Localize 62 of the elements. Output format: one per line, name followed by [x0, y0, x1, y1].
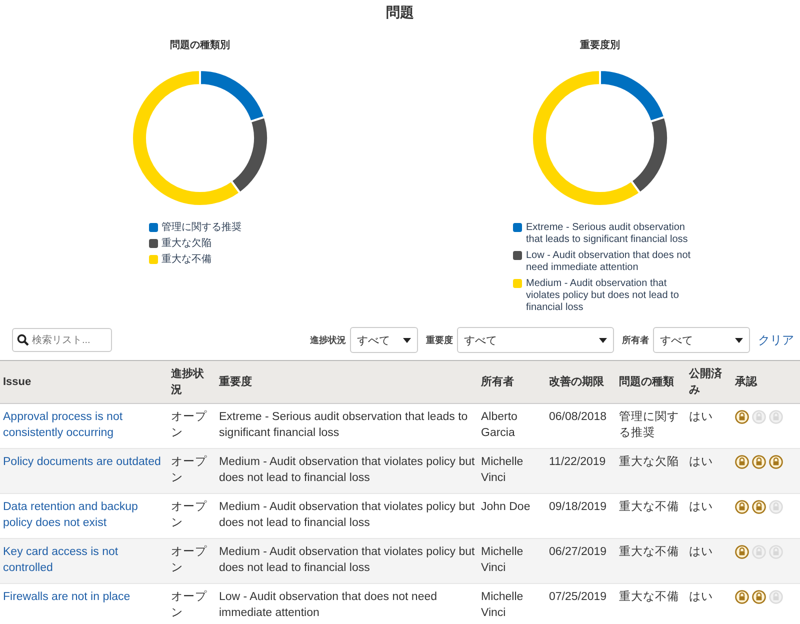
table-cell: オープン	[171, 591, 207, 619]
table-cell: はい	[689, 546, 713, 558]
column-header[interactable]: 所有者	[478, 360, 546, 404]
chart-title: 重要度別	[580, 38, 620, 52]
table-cell: オープン	[171, 411, 207, 439]
page-title: 問題	[385, 3, 415, 22]
filter-dropdown[interactable]: すべて	[653, 327, 750, 353]
issue-link[interactable]: Data retention and backup policy does not exist	[3, 499, 165, 531]
filter-dropdown[interactable]: すべて	[350, 327, 418, 353]
table-cell: Michelle Vinci	[481, 456, 524, 484]
table-cell: John Doe	[481, 501, 530, 513]
issue-link[interactable]: Firewalls are not in place	[3, 589, 165, 605]
table-cell: Michelle Vinci	[481, 546, 524, 574]
table-cell: はい	[689, 411, 713, 423]
filter-label: 重要度	[426, 334, 453, 346]
table-cell: 重大な不備	[619, 546, 679, 558]
table-cell: オープン	[171, 456, 207, 484]
table-cell: 09/18/2019	[549, 501, 607, 513]
table-cell: Medium - Audit observation that violates policy but does not lead to financial loss	[219, 546, 475, 574]
legend-label[interactable]: Medium - Audit observation that violates policy but does not lead to financial loss	[526, 278, 693, 314]
legend-label[interactable]: 重大な不備	[162, 254, 212, 266]
table-cell: Extreme - Serious audit observation that leads to significant financial loss	[219, 411, 468, 439]
filter-label: 所有者	[622, 334, 649, 346]
caret-icon	[403, 338, 411, 342]
table-cell: Medium - Audit observation that violates policy but does not lead to financial loss	[219, 501, 475, 529]
table-cell: 11/22/2019	[549, 456, 606, 468]
chart-title: 問題の種類別	[170, 38, 230, 52]
table-cell: 重大な欠陥	[619, 456, 679, 468]
table-cell: はい	[689, 591, 713, 603]
table-cell: オープン	[171, 501, 207, 529]
table-cell: 06/27/2019	[549, 546, 607, 558]
table-cell: 06/08/2018	[549, 411, 607, 423]
search-icon	[17, 334, 29, 346]
table-cell: 重大な不備	[619, 591, 679, 603]
filter-dropdown[interactable]: すべて	[457, 327, 614, 353]
table-cell: Michelle Vinci	[481, 591, 524, 619]
search-field[interactable]: 検索リスト...	[12, 328, 112, 352]
table-cell: 07/25/2019	[549, 591, 607, 603]
table-cell: はい	[689, 501, 713, 513]
issue-link[interactable]: Approval process is not consistently occurring	[3, 409, 165, 441]
legend-label[interactable]: 重大な欠陥	[162, 238, 212, 250]
table-cell: Medium - Audit observation that violates policy but does not lead to financial loss	[219, 456, 475, 484]
caret-icon	[735, 338, 743, 342]
column-header[interactable]: Issue	[0, 360, 168, 404]
column-header[interactable]: 問題の種類	[616, 360, 686, 404]
table-cell: 重大な不備	[619, 501, 679, 513]
column-header[interactable]: 重要度	[216, 360, 478, 404]
table-cell: オープン	[171, 546, 207, 574]
legend-label[interactable]: Extreme - Serious audit observation that leads to significant financial loss	[526, 222, 693, 246]
column-header[interactable]: 改善の期限	[546, 360, 616, 404]
table-cell: はい	[689, 456, 713, 468]
column-header[interactable]: 承認	[732, 360, 800, 404]
table-cell: Alberto Garcia	[481, 411, 518, 439]
table-cell: 管理に関する推奨	[619, 411, 679, 439]
column-header[interactable]: 進捗状況	[168, 360, 216, 404]
legend-label[interactable]: Low - Audit observation that does not need immediate attention	[526, 250, 693, 274]
filter-label: 進捗状況	[310, 334, 346, 346]
legend-label[interactable]: 管理に関する推奨	[162, 222, 242, 234]
caret-icon	[599, 338, 607, 342]
clear-link[interactable]: クリア	[758, 332, 794, 348]
column-header[interactable]: 公開済み	[686, 360, 732, 404]
table-cell: Low - Audit observation that does not need immediate attention	[219, 591, 438, 619]
